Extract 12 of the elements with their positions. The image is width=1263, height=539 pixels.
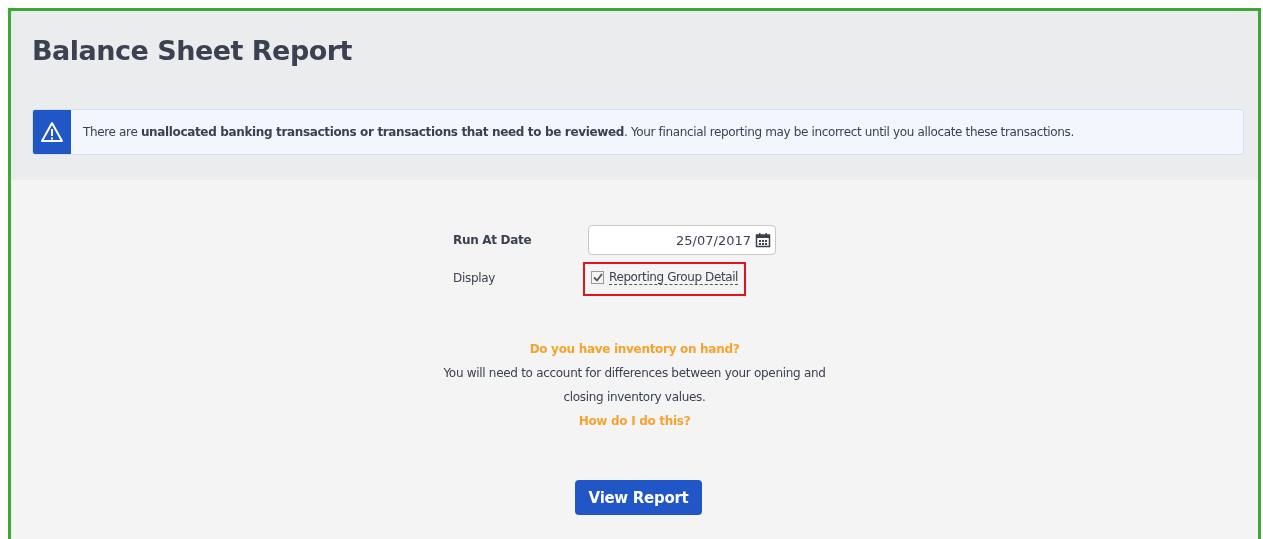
field-label: Run At Date (453, 233, 533, 247)
warning-icon (40, 121, 64, 143)
view-report-button[interactable]: View Report (574, 480, 703, 515)
checkbox[interactable] (591, 271, 604, 284)
inventory-question: Do you have inventory on hand? (529, 341, 740, 358)
calendar-icon[interactable] (755, 232, 771, 248)
checkbox-label[interactable]: Reporting Group Detail (609, 270, 739, 285)
page-title: Balance Sheet Report (32, 35, 352, 66)
alert-message: There are unallocated banking transactions or transactions that need to be reviewed. Your financial reporting may be incorrect until you allocate these transactions. (83, 125, 1074, 139)
date-field[interactable]: 25/07/2017 (588, 225, 776, 255)
inventory-description: You will need to account for differences between your opening and closing inventory values. (442, 365, 827, 406)
field-label: Display (453, 270, 497, 285)
